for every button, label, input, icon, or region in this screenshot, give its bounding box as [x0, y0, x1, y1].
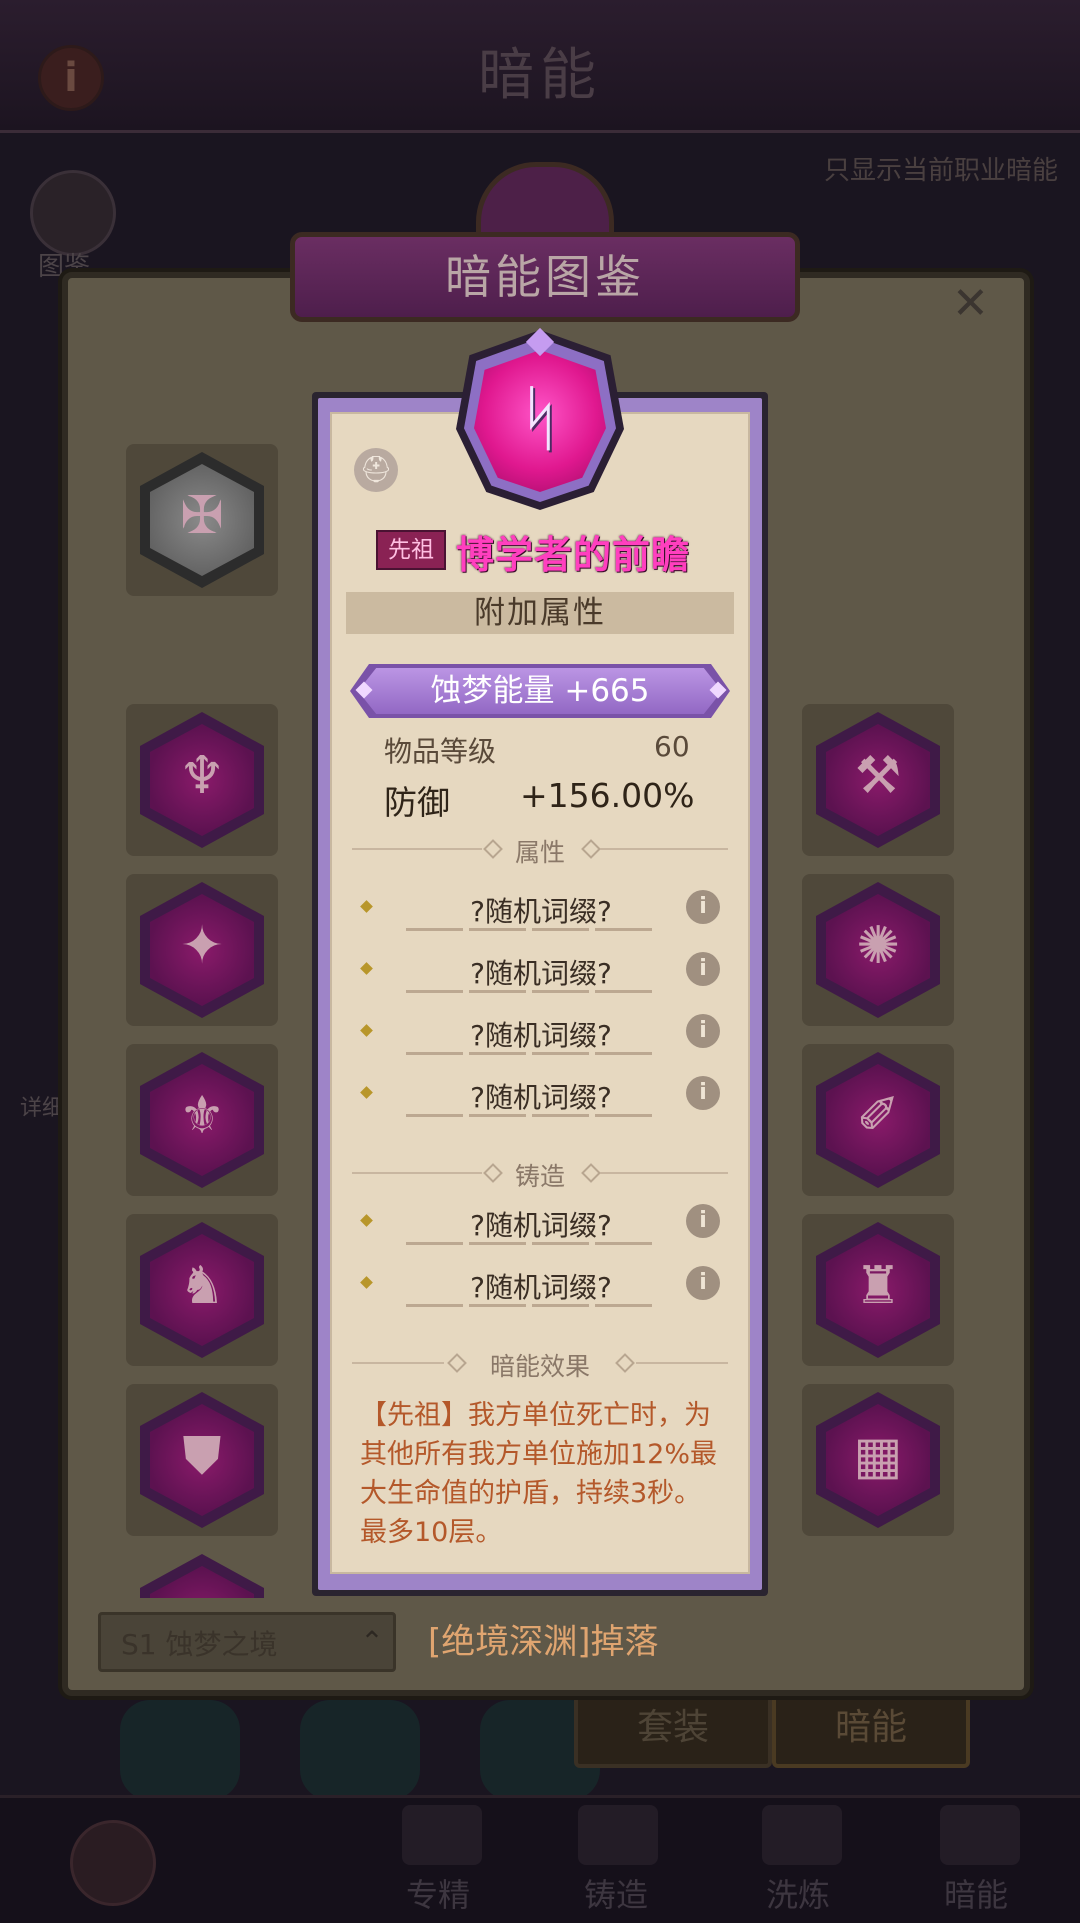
forge-row: ?随机词缀? i — [346, 1198, 736, 1250]
affix-row: ?随机词缀? i — [346, 946, 736, 998]
divider — [352, 1172, 482, 1174]
item-slot[interactable]: ♜ — [802, 1214, 954, 1366]
forge-affix-text: ?随机词缀? — [470, 1271, 612, 1304]
defense-label: 防御 — [384, 783, 450, 822]
item-level-value: 60 — [654, 730, 690, 763]
codex-title: 暗能图鉴 — [290, 232, 800, 322]
dark-energy-icon[interactable] — [940, 1805, 1020, 1865]
forge-row: ?随机词缀? i — [346, 1260, 736, 1312]
divider — [352, 848, 482, 850]
item-icon[interactable]: ◆ — [140, 1554, 264, 1598]
forge-title: 铸造 — [514, 1162, 565, 1191]
item-name: 博学者的前瞻 — [456, 533, 691, 577]
energy-value: 蚀梦能量 +665 — [358, 668, 722, 714]
info-icon[interactable]: i — [686, 952, 720, 986]
set-tab-button[interactable]: 套装 — [574, 1688, 772, 1768]
item-slot[interactable]: ⛊ — [126, 1384, 278, 1536]
item-icon[interactable]: ⚒ — [816, 712, 940, 848]
effect-title: 暗能效果 — [489, 1352, 590, 1381]
info-icon[interactable]: i — [38, 45, 104, 111]
bg-slot — [300, 1700, 420, 1800]
nav-label[interactable]: 洗炼 — [766, 1870, 830, 1916]
item-icon[interactable]: ✠ — [140, 452, 264, 588]
section-title: 附加属性 — [346, 592, 734, 634]
close-icon[interactable]: ✕ — [952, 278, 989, 329]
info-icon[interactable]: i — [686, 1014, 720, 1048]
item-slot[interactable]: ⚜ — [126, 1044, 278, 1196]
info-icon[interactable]: i — [686, 1204, 720, 1238]
item-icon[interactable]: ✐ — [816, 1052, 940, 1188]
item-icon[interactable]: ✺ — [816, 882, 940, 1018]
item-icon[interactable]: ▦ — [816, 1392, 940, 1528]
forge-affix-text: ?随机词缀? — [470, 1209, 612, 1242]
info-icon[interactable]: i — [686, 1266, 720, 1300]
item-level-label: 物品等级 — [384, 735, 497, 768]
page-title: 暗能 — [478, 43, 602, 108]
info-icon[interactable]: i — [686, 890, 720, 924]
info-icon[interactable]: i — [686, 1076, 720, 1110]
dark-energy-tab-button[interactable]: 暗能 — [772, 1688, 970, 1768]
helmet-icon: ⛑ — [354, 448, 398, 492]
detail-label: 详细 — [20, 1096, 65, 1121]
affix-underline — [406, 928, 652, 931]
affix-text: ?随机词缀? — [470, 957, 612, 990]
attributes-title: 属性 — [514, 838, 565, 867]
divider — [352, 1362, 444, 1364]
affix-text: ?随机词缀? — [470, 895, 612, 928]
item-slot[interactable]: ♞ — [126, 1214, 278, 1366]
bg-slot — [120, 1700, 240, 1800]
nav-label[interactable]: 专精 — [406, 1870, 470, 1916]
class-filter-toggle[interactable]: 只显示当前职业暗能 — [824, 150, 1058, 187]
affix-underline — [406, 1052, 652, 1055]
chevron-up-icon[interactable]: ⌃ — [352, 1622, 392, 1662]
item-slot[interactable]: ♆ — [126, 704, 278, 856]
item-slot[interactable]: ✦ — [126, 874, 278, 1026]
divider — [600, 1172, 728, 1174]
affix-underline — [406, 1114, 652, 1117]
bottom-nav — [0, 1795, 1080, 1923]
divider — [636, 1362, 728, 1364]
defense-value: +156.00% — [520, 776, 695, 815]
divider — [600, 848, 728, 850]
item-icon[interactable]: ⚜ — [140, 1052, 264, 1188]
affix-text: ?随机词缀? — [470, 1019, 612, 1052]
item-icon[interactable]: ♜ — [816, 1222, 940, 1358]
anvil-icon[interactable] — [578, 1805, 658, 1865]
item-slot[interactable]: ◆ — [126, 1554, 278, 1598]
item-slot[interactable]: ⚒ — [802, 704, 954, 856]
item-slot[interactable]: ▦ — [802, 1384, 954, 1536]
item-icon[interactable]: ✦ — [140, 882, 264, 1018]
affix-underline — [406, 1242, 652, 1245]
item-icon: ᛋ — [518, 376, 562, 460]
affix-row: ?随机词缀? i — [346, 1008, 736, 1060]
item-slot[interactable]: ✺ — [802, 874, 954, 1026]
effect-description: 【先祖】我方单位死亡时，为其他所有我方单位施加12%最大生命值的护盾，持续3秒。… — [360, 1400, 718, 1548]
item-slot[interactable]: ✐ — [802, 1044, 954, 1196]
triquetra-icon[interactable] — [762, 1805, 842, 1865]
nav-label[interactable]: 铸造 — [584, 1870, 648, 1916]
affix-underline — [406, 990, 652, 993]
nav-label[interactable]: 暗能 — [944, 1870, 1008, 1916]
tree-icon[interactable] — [402, 1805, 482, 1865]
affix-text: ?随机词缀? — [470, 1081, 612, 1114]
drop-source-text: [绝境深渊]掉落 — [428, 1622, 659, 1662]
book-icon[interactable] — [30, 170, 116, 256]
item-slot[interactable]: ✠ — [126, 444, 278, 596]
item-icon[interactable]: ♆ — [140, 712, 264, 848]
affix-row: ?随机词缀? i — [346, 1070, 736, 1122]
item-icon[interactable]: ♞ — [140, 1222, 264, 1358]
affix-underline — [406, 1304, 652, 1307]
back-icon[interactable] — [70, 1820, 156, 1906]
affix-row: ?随机词缀? i — [346, 884, 736, 936]
item-icon[interactable]: ⛊ — [140, 1392, 264, 1528]
rarity-badge: 先祖 — [376, 530, 446, 570]
